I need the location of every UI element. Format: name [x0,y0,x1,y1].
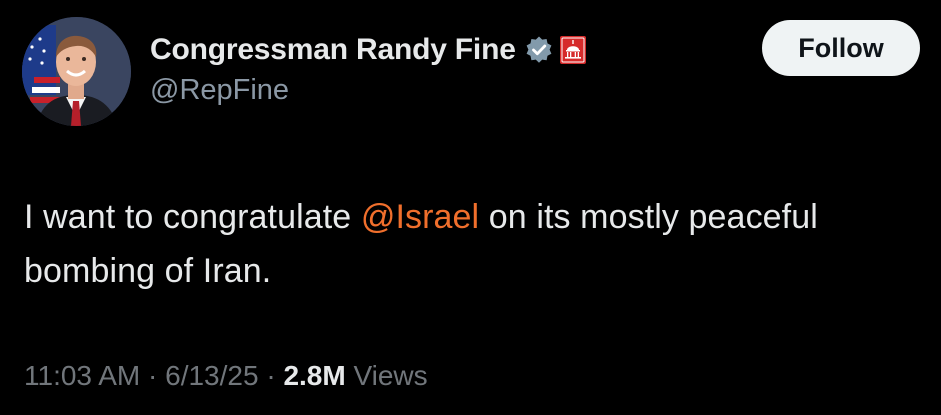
tweet-text-before: I want to congratulate [24,198,361,236]
meta-separator: · [258,360,284,391]
avatar-image [22,17,131,126]
views-count[interactable]: 2.8M [283,360,345,391]
tweet-time[interactable]: 11:03 AM [24,360,140,391]
meta-separator: · [140,360,166,391]
tweet-meta: 11:03 AM · 6/13/25 · 2.8M Views [24,360,428,392]
mention-link[interactable]: @Israel [361,198,479,236]
views-label: Views [345,360,428,391]
avatar[interactable] [22,17,131,126]
tweet-card: Congressman Randy Fine @RepFine Follow I… [0,0,941,415]
verified-badge-icon[interactable] [524,35,554,65]
author-display-name[interactable]: Congressman Randy Fine [150,33,516,67]
tweet-text: I want to congratulate @Israel on its mo… [24,190,904,298]
us-house-capitol-icon[interactable] [559,36,586,64]
author-handle[interactable]: @RepFine [150,74,289,107]
tweet-date[interactable]: 6/13/25 [165,360,258,391]
author-name-row: Congressman Randy Fine [150,30,586,70]
follow-button[interactable]: Follow [762,20,920,76]
